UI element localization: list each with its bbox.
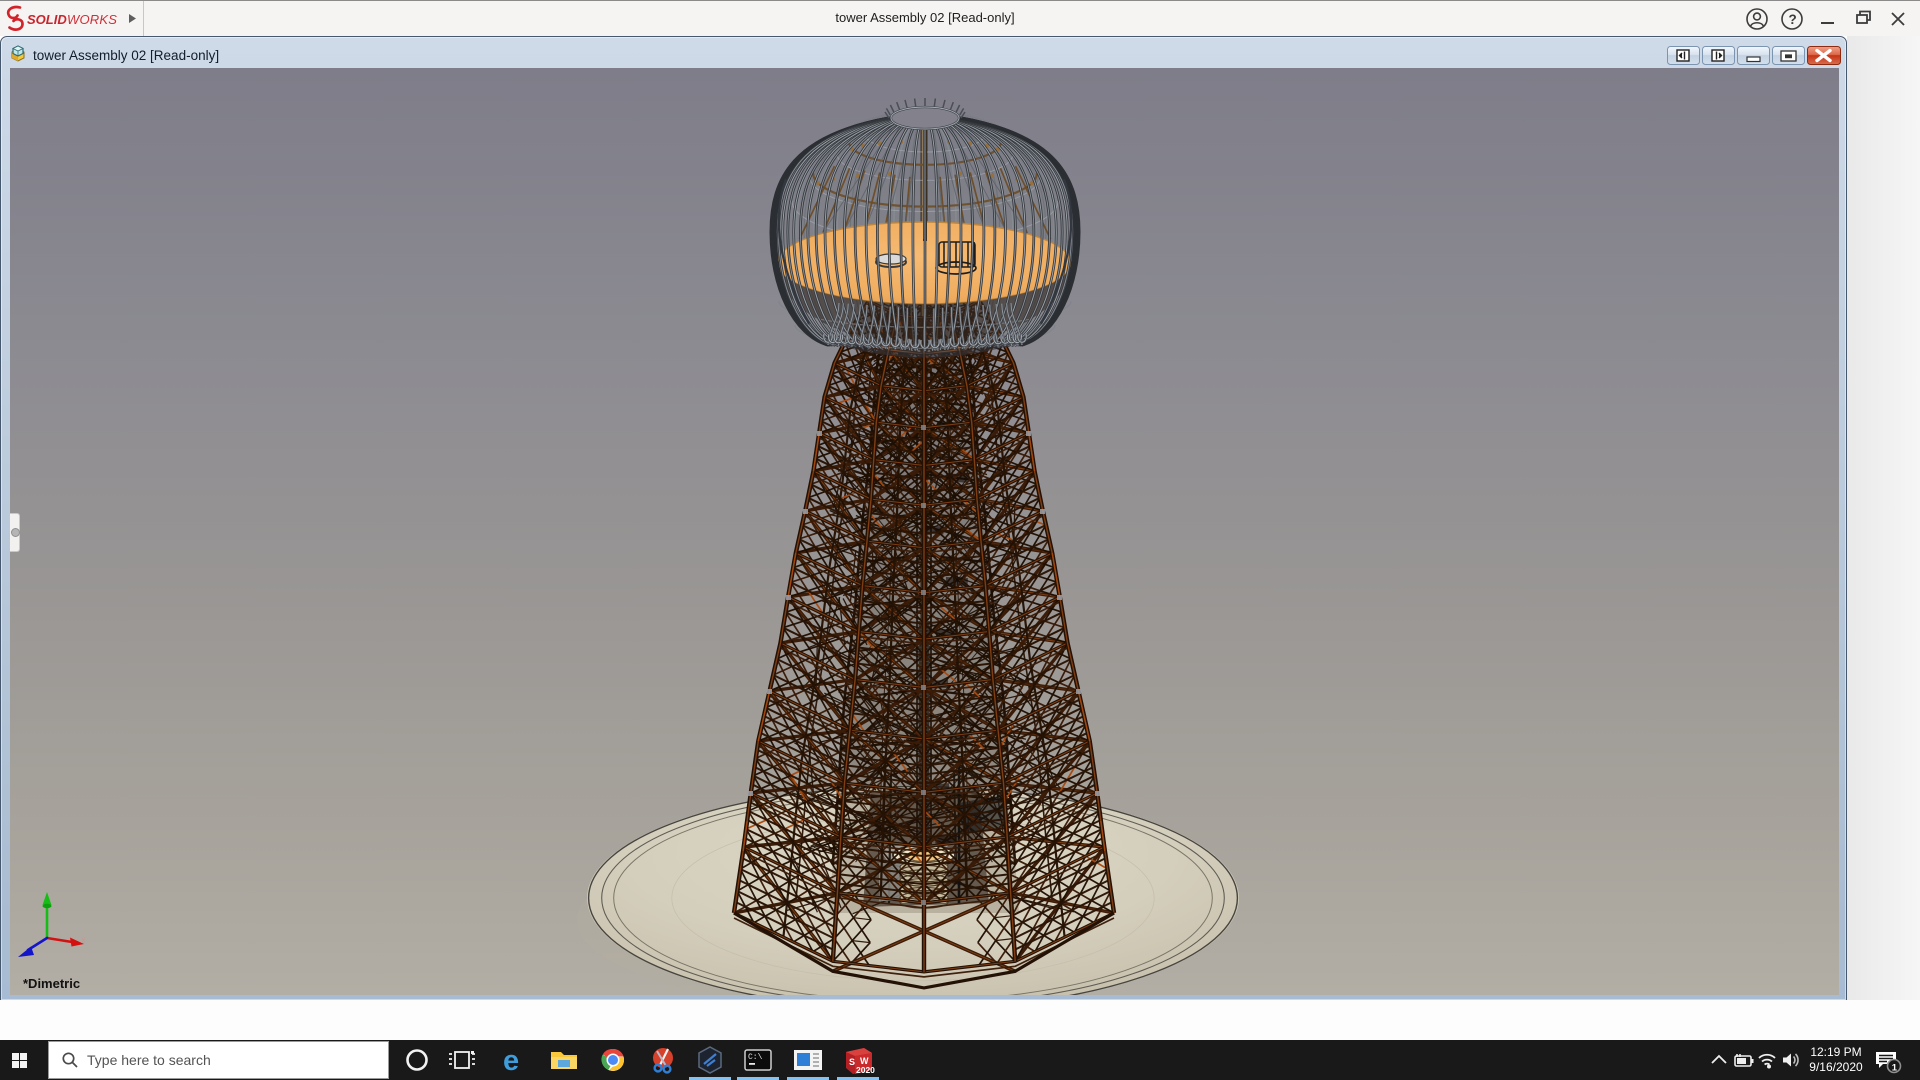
svg-text:S: S (849, 1057, 855, 1067)
svg-text:1: 1 (1892, 1062, 1898, 1073)
svg-text:2020: 2020 (856, 1065, 875, 1075)
svg-text:x: x (81, 935, 86, 946)
svg-text:C:\: C:\ (748, 1053, 763, 1062)
svg-text:e: e (503, 1045, 519, 1077)
svg-text:?: ? (1789, 12, 1797, 27)
